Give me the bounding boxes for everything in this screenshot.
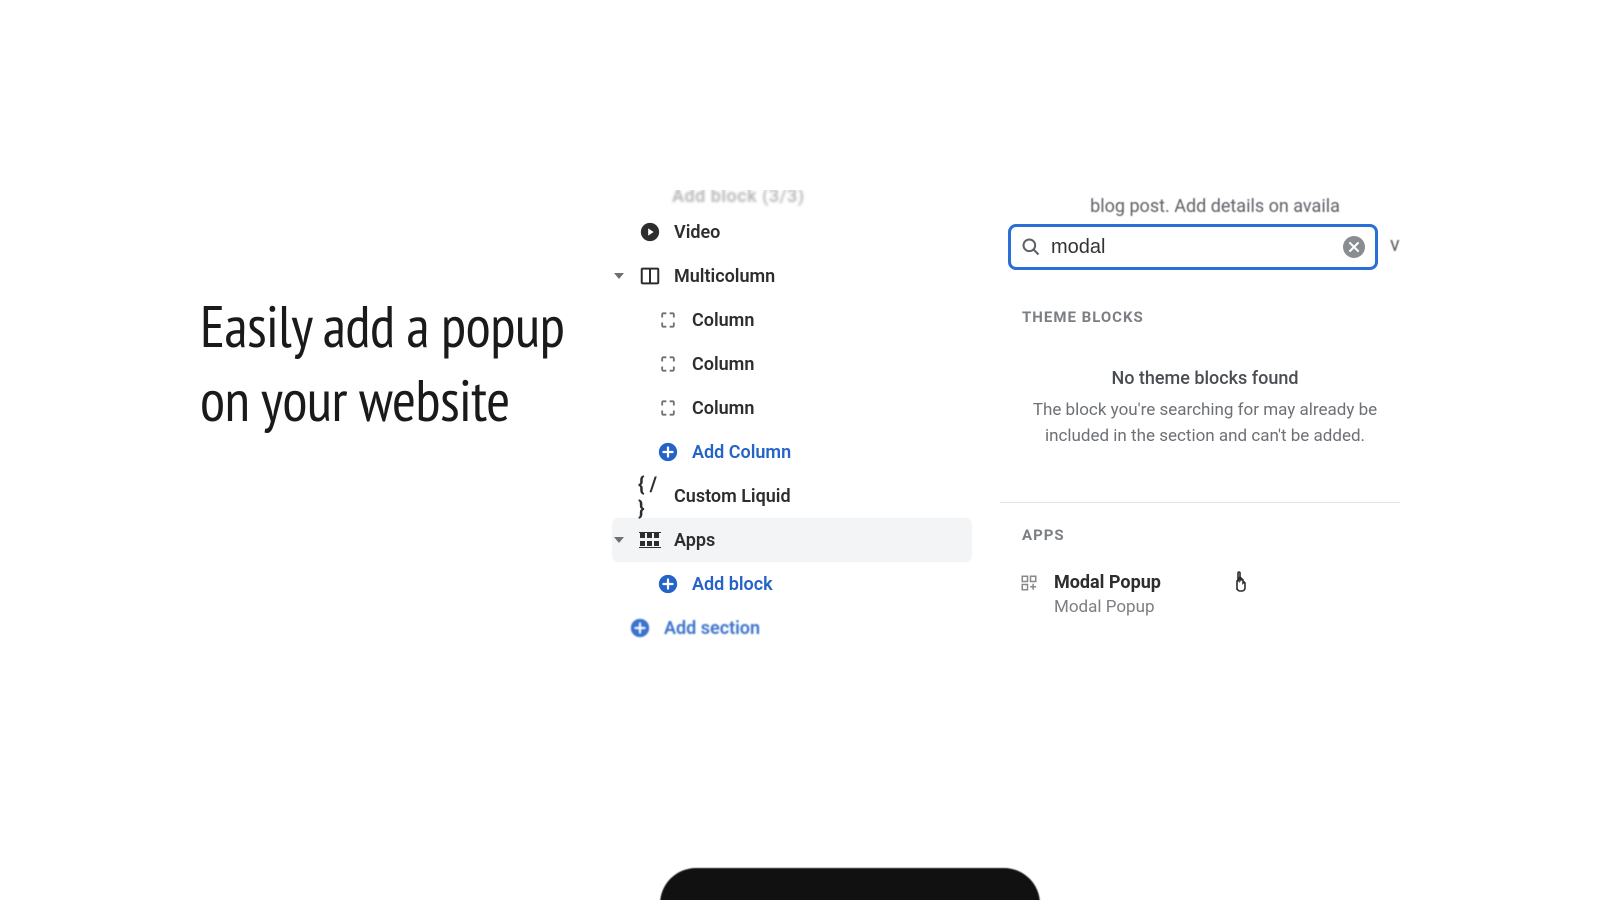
block-search-input[interactable] [1051, 236, 1333, 259]
tree-item-apps[interactable]: Apps [612, 518, 972, 562]
apps-heading: APPS [1022, 526, 1065, 544]
app-result-subtitle: Modal Popup [1054, 597, 1161, 617]
tree-item-label: Column [692, 310, 754, 331]
block-search-field[interactable] [1008, 224, 1378, 270]
play-circle-icon [638, 221, 662, 243]
tree-item-custom-liquid[interactable]: { / } Custom Liquid [612, 474, 972, 518]
empty-state-body: The block you're searching for may alrea… [1020, 398, 1390, 449]
bottom-toolbar-partial [660, 868, 1040, 900]
columns-icon [638, 265, 662, 287]
column-icon [656, 398, 680, 418]
tree-item-label: Column [692, 354, 754, 375]
add-column-button[interactable]: Add Column [612, 430, 972, 474]
tree-item-column[interactable]: Column [612, 386, 972, 430]
theme-blocks-heading: THEME BLOCKS [1022, 308, 1144, 326]
app-block-icon [1020, 572, 1040, 592]
search-icon [1021, 237, 1041, 257]
app-result-name: Modal Popup [1054, 572, 1161, 593]
add-block-button[interactable]: Add block [612, 562, 972, 606]
plus-circle-icon [656, 441, 680, 463]
caret-down-icon [612, 535, 626, 545]
screenshot-panel: Add block (3/3) Video Multicolumn [600, 190, 1400, 670]
preview-text-fragment: blog post. Add details on availa [1000, 196, 1400, 217]
add-section-button[interactable]: Add section [612, 606, 972, 650]
add-block-label: Add block [692, 574, 773, 595]
tree-item-multicolumn[interactable]: Multicolumn [612, 254, 972, 298]
promo-headline: Easily add a popup on your website [200, 290, 580, 438]
plus-circle-icon [656, 573, 680, 595]
caret-down-icon [612, 271, 626, 281]
column-icon [656, 354, 680, 374]
add-column-label: Add Column [692, 442, 791, 463]
empty-state-title: No theme blocks found [1000, 368, 1400, 389]
code-braces-icon: { / } [638, 472, 662, 520]
tree-item-label: Multicolumn [674, 266, 775, 287]
column-icon [656, 310, 680, 330]
ghost-add-block-text: Add block (3/3) [612, 190, 972, 210]
clear-search-icon[interactable] [1343, 236, 1365, 258]
tree-item-label: Column [692, 398, 754, 419]
tree-item-label: Video [674, 222, 720, 243]
apps-grid-icon [638, 532, 662, 548]
tree-item-label: Apps [674, 530, 715, 551]
pointer-cursor-icon [1230, 570, 1250, 592]
app-result-modal-popup[interactable]: Modal Popup Modal Popup [1020, 566, 1400, 617]
section-tree: Add block (3/3) Video Multicolumn [612, 190, 972, 650]
truncated-text: vie [1390, 232, 1400, 256]
tree-item-label: Custom Liquid [674, 486, 791, 507]
plus-circle-icon [628, 617, 652, 639]
add-section-label: Add section [664, 618, 760, 639]
tree-item-column[interactable]: Column [612, 342, 972, 386]
tree-item-column[interactable]: Column [612, 298, 972, 342]
divider [1000, 502, 1400, 503]
tree-item-video[interactable]: Video [612, 210, 972, 254]
